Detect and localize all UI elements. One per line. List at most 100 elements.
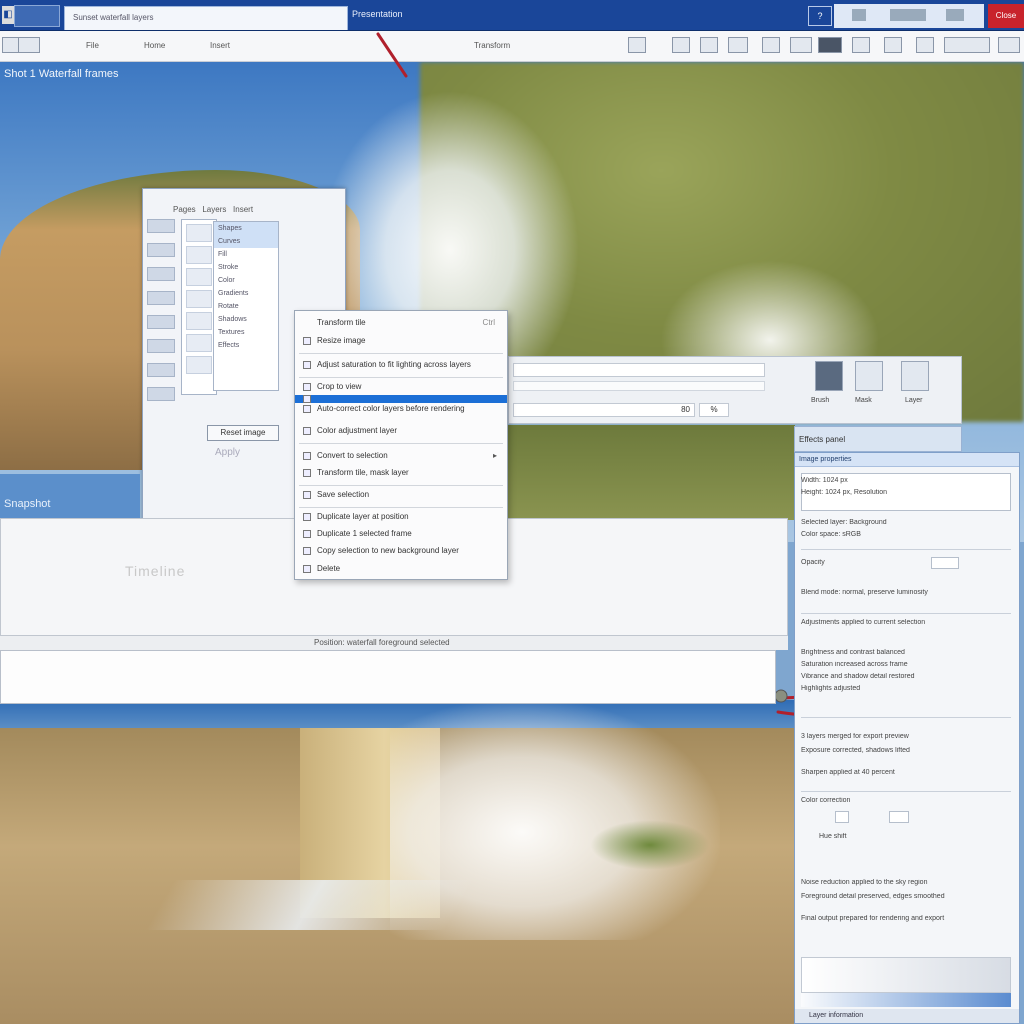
property-line: Final output prepared for rendering and … [801,915,945,922]
menu-item[interactable]: Transform tile, mask layer [295,465,507,481]
property-line: Color space: sRGB [801,531,861,538]
list-item[interactable] [186,334,212,352]
mid-vegetation [505,425,795,520]
property-line: Highlights adjusted [801,685,861,692]
menu-shortcut: Ctrl [482,318,495,327]
settings-icon[interactable] [998,37,1020,53]
app-icon[interactable]: ◧ [2,6,14,24]
document-tab[interactable]: Sunset waterfall layers [64,6,348,30]
canvas-caption: Shot 1 Waterfall frames [4,68,119,80]
saturation-icon [303,361,311,369]
menu-item-label: Duplicate 1 selected frame [317,529,412,538]
thumbnail[interactable] [147,339,175,353]
export-icon[interactable] [916,37,934,53]
list-item[interactable]: Fill [214,248,278,261]
timeline-ghost-text: Timeline [125,563,186,579]
thumbnail[interactable] [147,267,175,281]
list-item[interactable]: Gradients [214,287,278,300]
thumbnail[interactable] [147,219,175,233]
layer-icon[interactable] [901,361,929,391]
snapshot-label: Snapshot [4,498,51,510]
brush-icon[interactable] [815,361,843,391]
reset-image-button[interactable]: Reset image [207,425,279,441]
menu-item[interactable]: Color adjustment layer [295,423,507,439]
options-track[interactable] [513,381,765,391]
toolbar-item[interactable]: Home [144,37,165,55]
dialog-option-list: Shapes Curves Fill Stroke Color Gradient… [213,221,279,391]
menu-item[interactable]: Crop to view [295,379,507,395]
opacity-field[interactable] [931,557,959,569]
list-item[interactable]: Textures [214,326,278,339]
menu-item[interactable]: Copy selection to new background layer [295,543,507,559]
divider [801,549,1011,550]
unit-input[interactable]: % [699,403,729,417]
mask-icon[interactable] [790,37,812,53]
menu-item[interactable]: Delete [295,561,507,577]
bottom-input-panel[interactable] [0,650,776,704]
grass-patch [590,820,710,870]
hue-field[interactable] [889,811,909,823]
adjust-icon[interactable] [884,37,902,53]
help-icon[interactable]: ? [808,6,832,26]
menu-item[interactable]: Duplicate 1 selected frame [295,526,507,542]
view-icon[interactable] [944,37,990,53]
tab-insert[interactable]: Insert [233,205,253,214]
layer-icon[interactable] [762,37,780,53]
list-item[interactable]: Stroke [214,261,278,274]
options-slider[interactable] [513,363,765,377]
close-icon[interactable]: Close [988,4,1024,28]
list-item[interactable]: Curves [214,235,278,248]
close-label: Close [995,11,1017,20]
list-item[interactable]: Shadows [214,313,278,326]
quick-tools [834,4,984,28]
menu-item[interactable]: Duplicate layer at position [295,509,507,525]
menu-item[interactable]: Convert to selection ▸ [295,448,507,464]
toolbar-item[interactable]: File [86,37,99,55]
crop-icon[interactable] [628,37,646,53]
list-item[interactable] [186,246,212,264]
property-line: Foreground detail preserved, edges smoot… [801,893,945,900]
tool-icon[interactable] [890,9,926,21]
thumbnail[interactable] [147,363,175,377]
thumbnail[interactable] [147,291,175,305]
tool-icon[interactable] [946,9,964,21]
list-item[interactable] [186,290,212,308]
effects-panel-header[interactable]: Effects panel [794,426,962,452]
color-ramp[interactable] [801,993,1011,1007]
filter-icon[interactable] [818,37,842,53]
list-item[interactable] [186,312,212,330]
tab-layers[interactable]: Layers [202,205,226,214]
flip-icon[interactable] [700,37,718,53]
list-item[interactable]: Rotate [214,300,278,313]
mask-icon[interactable] [855,361,883,391]
list-item[interactable] [186,356,212,374]
apply-label[interactable]: Apply [215,447,275,463]
dialog-tabs: Pages Layers Insert [173,205,253,214]
toolbar-item[interactable]: Insert [210,37,230,55]
layout-icon[interactable] [18,37,40,53]
window-menu-button[interactable] [14,5,60,27]
context-menu: Transform tile Ctrl Resize image Adjust … [294,310,508,580]
menu-item[interactable]: Auto-correct color layers before renderi… [295,401,507,417]
resize-icon [303,337,311,345]
list-item[interactable] [186,268,212,286]
opacity-input[interactable]: 80 [513,403,695,417]
effects-icon[interactable] [852,37,870,53]
options-strip: 80 % Brush Mask Layer [508,356,962,424]
list-item[interactable]: Color [214,274,278,287]
list-item[interactable]: Effects [214,339,278,352]
tool-icon[interactable] [852,9,866,21]
menu-item[interactable]: Resize image [295,333,507,349]
list-item[interactable]: Shapes [214,222,278,235]
menu-item[interactable]: Save selection [295,487,507,503]
thumbnail[interactable] [147,243,175,257]
list-item[interactable] [186,224,212,242]
menu-item[interactable]: Adjust saturation to fit lighting across… [295,357,507,373]
rotate-icon[interactable] [672,37,690,53]
gradient-preview[interactable] [801,957,1011,993]
thumbnail[interactable] [147,315,175,329]
tab-pages[interactable]: Pages [173,205,196,214]
brush-icon[interactable] [728,37,748,53]
checkbox[interactable] [835,811,849,823]
thumbnail[interactable] [147,387,175,401]
